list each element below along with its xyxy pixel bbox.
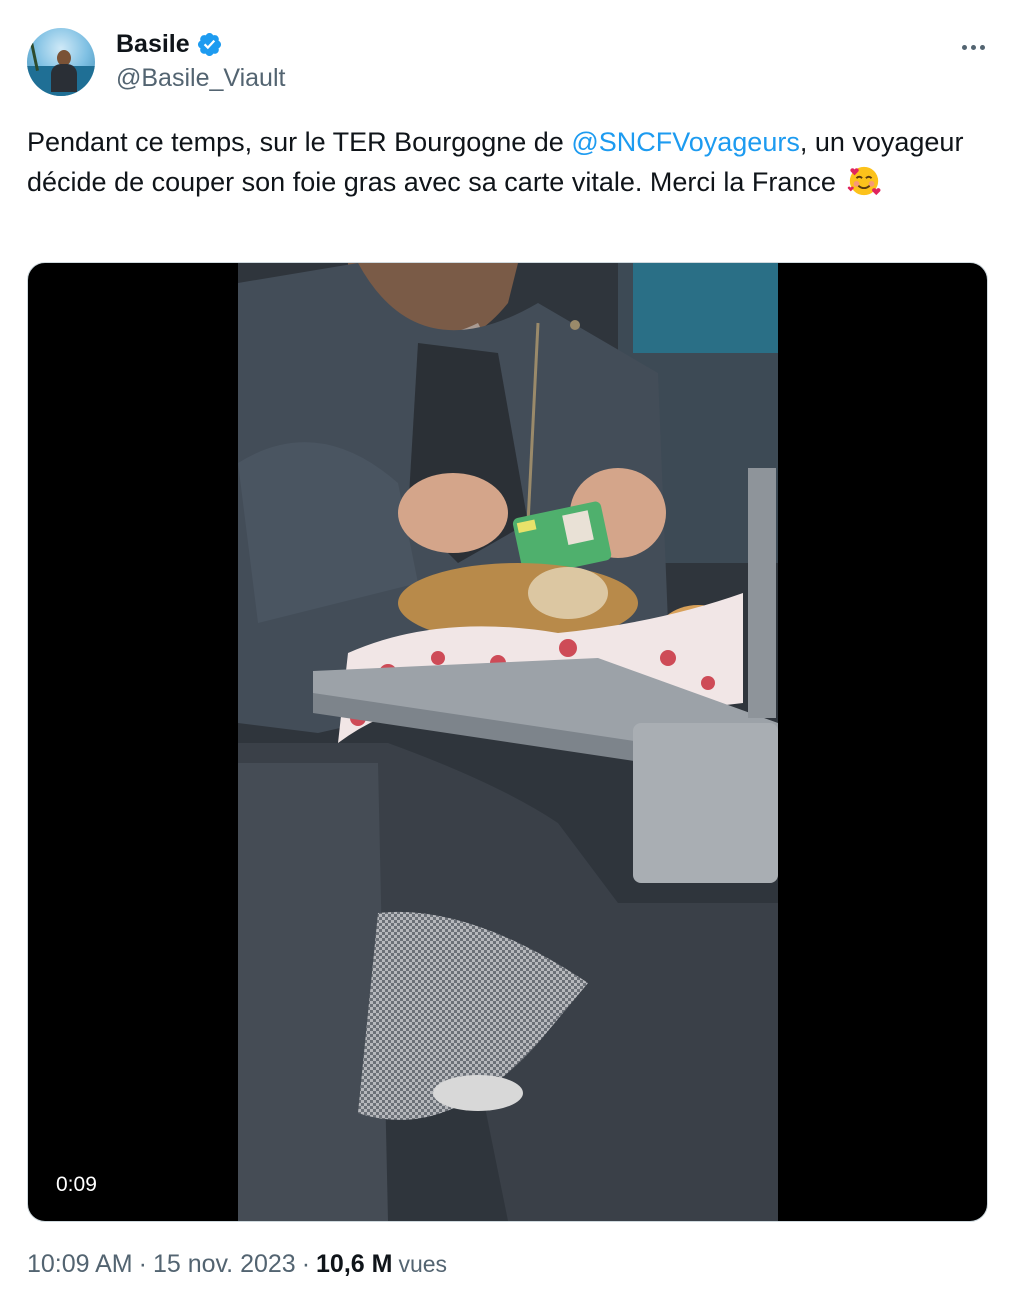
smiling-face-with-hearts-emoji-icon — [847, 164, 881, 198]
author-handle[interactable]: @Basile_Viault — [116, 64, 285, 93]
tweet-card: Basile @Basile_Viault Pendant ce temps, … — [0, 0, 1014, 1298]
video-frame — [238, 263, 778, 1221]
video-still — [238, 263, 778, 1221]
views-label: vues — [398, 1251, 448, 1277]
avatar[interactable] — [27, 28, 95, 96]
video-duration: 0:09 — [48, 1171, 105, 1199]
separator: · — [138, 1250, 147, 1278]
author-display-name[interactable]: Basile — [116, 30, 190, 59]
more-options-icon[interactable] — [958, 32, 988, 62]
tweet-date[interactable]: 15 nov. 2023 — [153, 1250, 296, 1279]
tweet-time[interactable]: 10:09 AM — [27, 1250, 133, 1279]
views-count: 10,6 M — [316, 1250, 393, 1278]
tweet-text: Pendant ce temps, sur le TER Bourgogne d… — [27, 122, 977, 202]
author-name-row: Basile — [116, 30, 223, 59]
verified-badge-icon — [196, 31, 223, 58]
tweet-metadata: 10:09 AM · 15 nov. 2023 · 10,6 M vues — [27, 1250, 447, 1279]
video-player[interactable]: 0:09 — [27, 262, 988, 1222]
avatar-body — [51, 64, 77, 92]
mention-link[interactable]: @SNCFVoyageurs — [571, 127, 800, 157]
separator: · — [301, 1250, 311, 1278]
tweet-text-part1: Pendant ce temps, sur le TER Bourgogne d… — [27, 127, 572, 157]
